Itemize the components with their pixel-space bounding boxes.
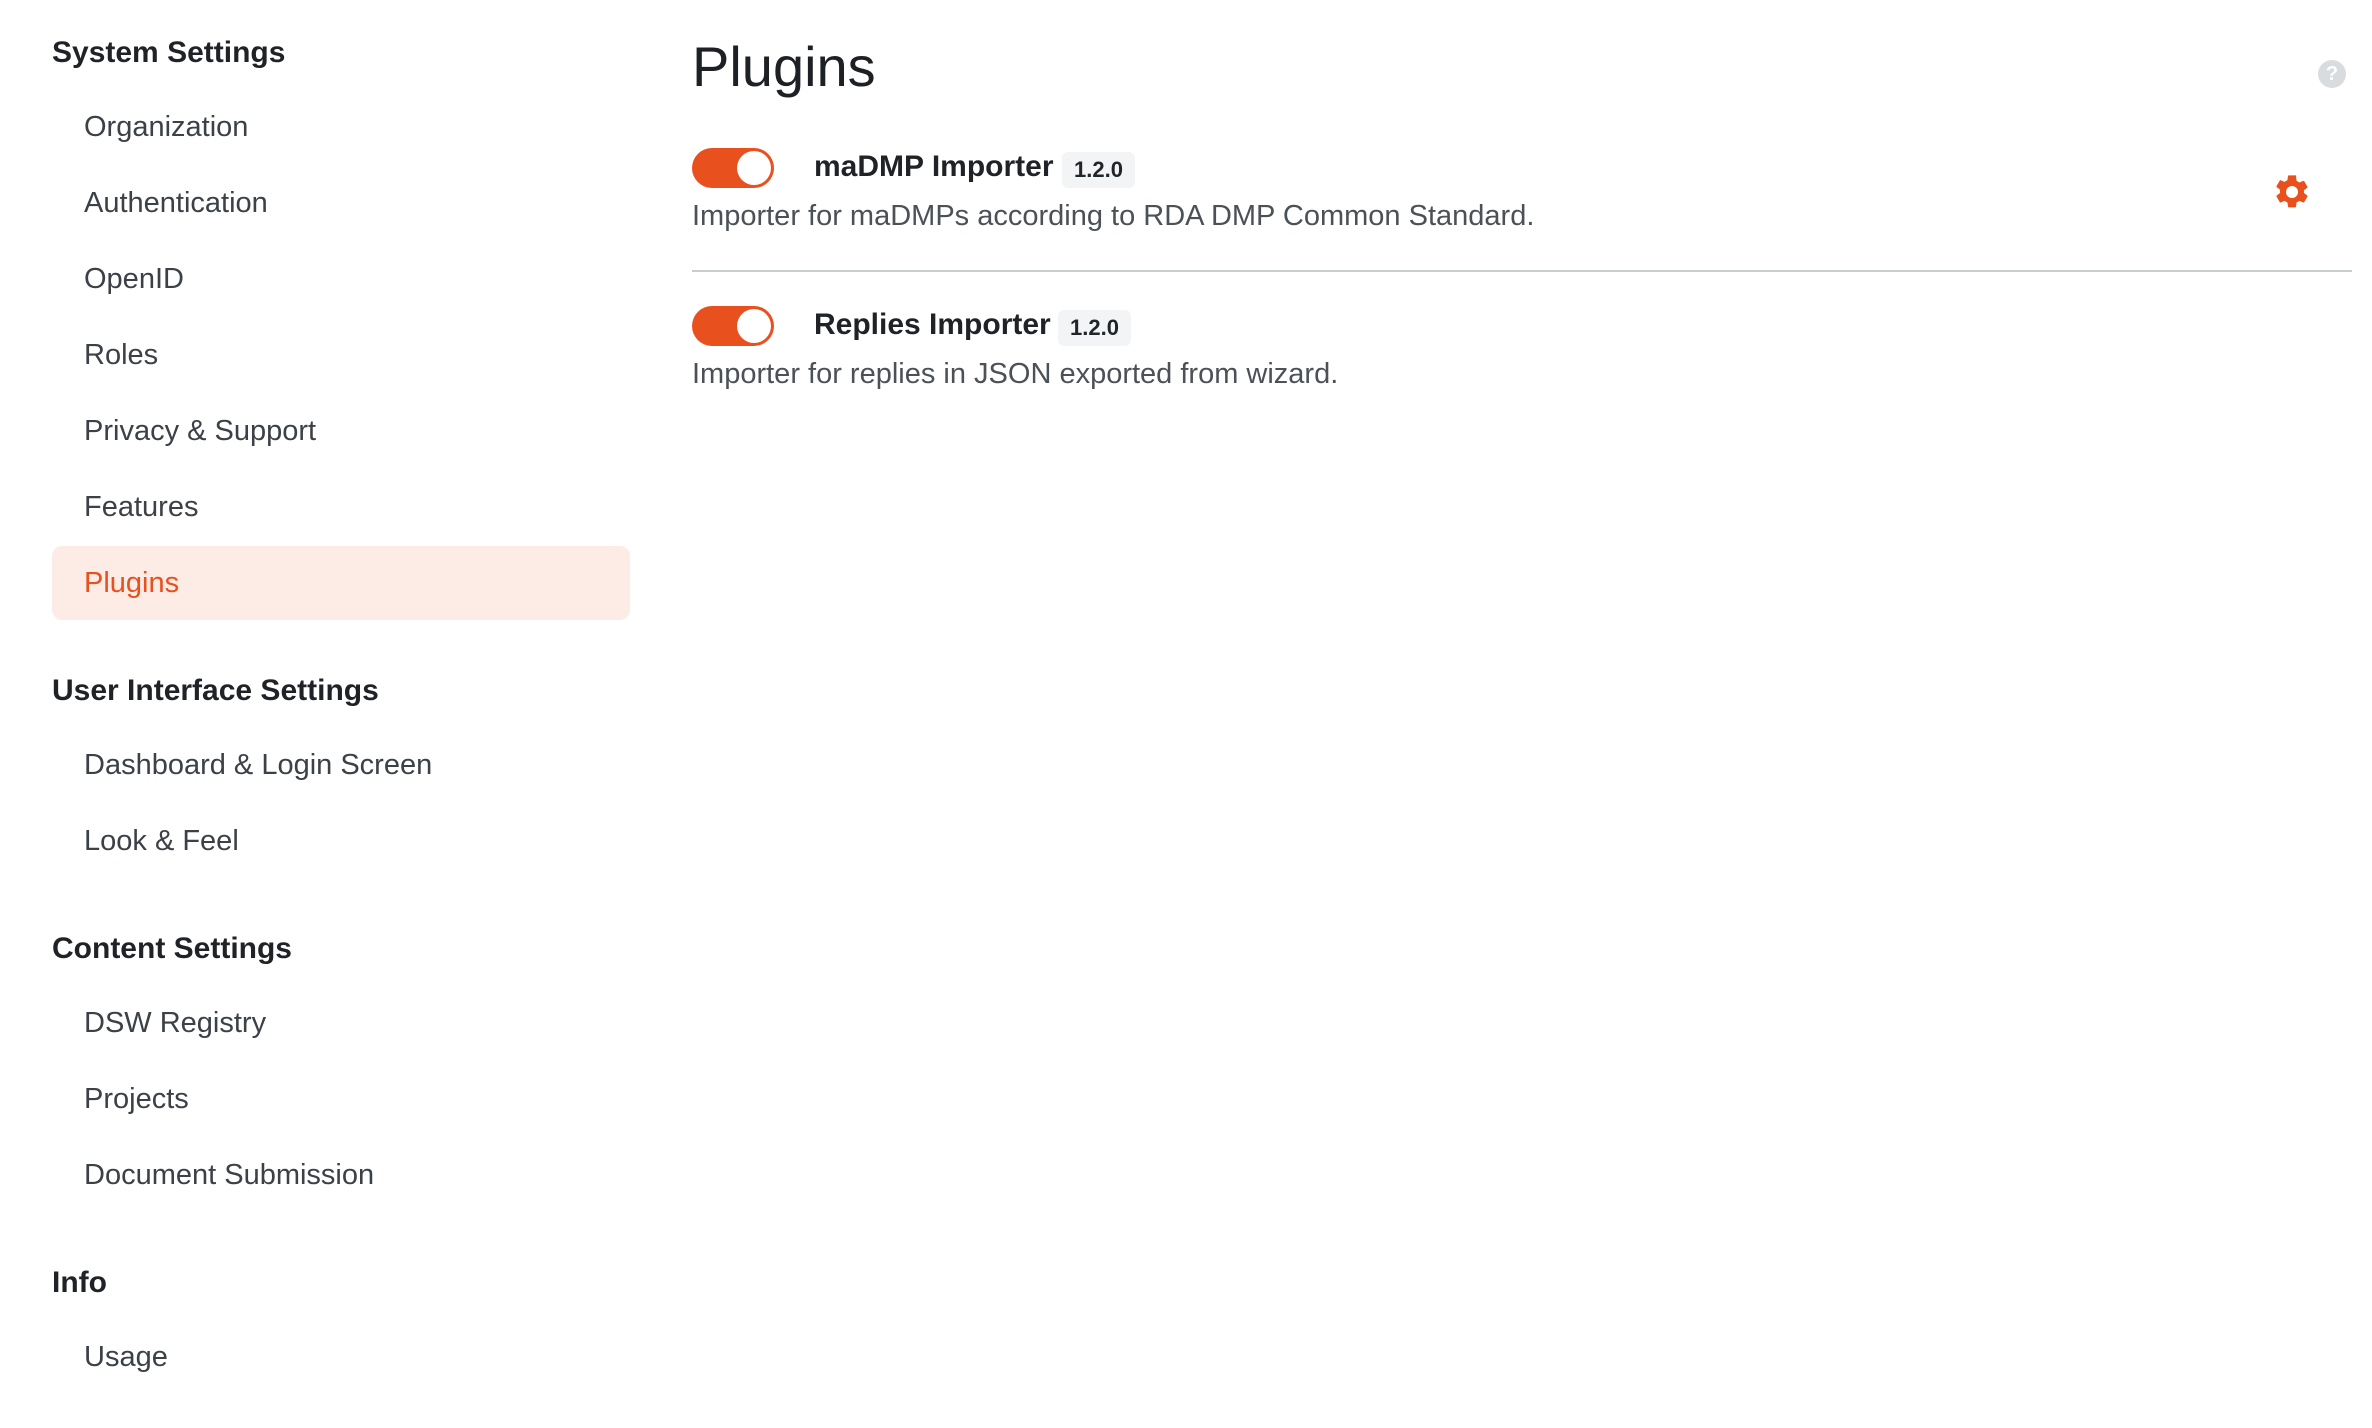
plugin-description: Importer for maDMPs according to RDA DMP… <box>692 200 1535 232</box>
plugin-enabled-toggle[interactable] <box>692 306 774 346</box>
sidebar-item-openid[interactable]: OpenID <box>52 242 630 316</box>
sidebar-item-look-feel[interactable]: Look & Feel <box>52 804 630 878</box>
version-badge: 1.2.0 <box>1062 152 1135 188</box>
sidebar-item-label: Authentication <box>84 186 268 219</box>
sidebar-item-document-submission[interactable]: Document Submission <box>52 1138 630 1212</box>
sidebar-item-dashboard-login-screen[interactable]: Dashboard & Login Screen <box>52 728 630 802</box>
sidebar-item-authentication[interactable]: Authentication <box>52 166 630 240</box>
help-icon[interactable]: ? <box>2318 60 2346 88</box>
sidebar-item-label: Features <box>84 490 199 523</box>
plugins-content: Plugins ? maDMP Importer 1.2.0 Importer … <box>692 0 2352 1428</box>
sidebar-item-label: Plugins <box>84 566 180 599</box>
plugin-description: Importer for replies in JSON exported fr… <box>692 358 1339 390</box>
sidebar-item-projects[interactable]: Projects <box>52 1062 630 1136</box>
group-title-system-settings: System Settings <box>52 36 286 69</box>
sidebar-item-label: OpenID <box>84 262 184 295</box>
sidebar-item-label: Document Submission <box>84 1158 375 1191</box>
sidebar-item-privacy-support[interactable]: Privacy & Support <box>52 394 630 468</box>
sidebar-item-label: Look & Feel <box>84 824 239 857</box>
sidebar-item-label: Organization <box>84 110 249 143</box>
toggle-knob <box>737 309 771 343</box>
sidebar-item-dsw-registry[interactable]: DSW Registry <box>52 986 630 1060</box>
sidebar-item-roles[interactable]: Roles <box>52 318 630 392</box>
group-title-content-settings: Content Settings <box>52 932 292 965</box>
sidebar-item-label: Privacy & Support <box>84 414 317 447</box>
sidebar-item-label: Usage <box>84 1340 168 1373</box>
sidebar-item-label: Dashboard & Login Screen <box>84 748 433 781</box>
gear-icon[interactable] <box>2272 172 2312 212</box>
toggle-knob <box>737 151 771 185</box>
sidebar-item-features[interactable]: Features <box>52 470 630 544</box>
group-title-info: Info <box>52 1266 107 1299</box>
sidebar-item-plugins[interactable]: Plugins <box>52 546 630 620</box>
divider <box>692 270 2352 272</box>
settings-sidebar: System Settings Organization Authenticat… <box>0 0 660 1428</box>
sidebar-item-label: Projects <box>84 1082 189 1115</box>
sidebar-item-label: DSW Registry <box>84 1006 267 1039</box>
plugin-name: maDMP Importer <box>814 150 1054 183</box>
page-title: Plugins <box>692 35 876 98</box>
plugin-enabled-toggle[interactable] <box>692 148 774 188</box>
sidebar-item-organization[interactable]: Organization <box>52 90 630 164</box>
version-badge: 1.2.0 <box>1058 310 1131 346</box>
group-title-user-interface-settings: User Interface Settings <box>52 674 379 707</box>
plugin-name: Replies Importer <box>814 308 1051 341</box>
sidebar-item-label: Roles <box>84 338 159 371</box>
sidebar-item-usage[interactable]: Usage <box>52 1320 630 1394</box>
